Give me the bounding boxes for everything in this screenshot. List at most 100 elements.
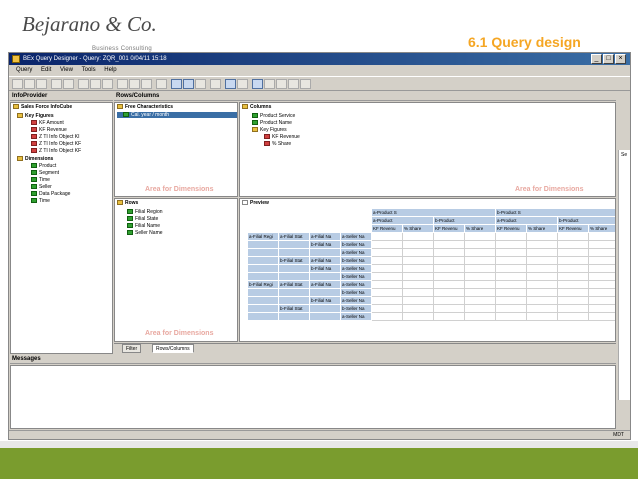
tree-item[interactable]: Data Package bbox=[31, 191, 70, 197]
dimension-icon bbox=[127, 216, 133, 222]
row-header bbox=[279, 273, 310, 281]
tree-item[interactable]: KF Revenue bbox=[31, 127, 67, 133]
data-cell bbox=[527, 313, 558, 321]
save-icon[interactable] bbox=[36, 79, 47, 89]
data-cell bbox=[465, 273, 496, 281]
cells-icon[interactable] bbox=[195, 79, 206, 89]
properties-icon[interactable] bbox=[141, 79, 152, 89]
free-char-item-selected[interactable]: Cal. year / month bbox=[117, 112, 237, 118]
new-query-icon[interactable] bbox=[12, 79, 23, 89]
data-cell bbox=[527, 241, 558, 249]
menubar: Query Edit View Tools Help bbox=[9, 65, 630, 76]
paste-icon[interactable] bbox=[102, 79, 113, 89]
column-header: % Share bbox=[527, 225, 558, 233]
menu-view[interactable]: View bbox=[60, 65, 73, 76]
undo-icon[interactable] bbox=[117, 79, 128, 89]
tab-filter[interactable]: Filter bbox=[122, 344, 142, 353]
tree-item[interactable]: Z TI Info Object KF bbox=[31, 141, 81, 147]
tree-item[interactable]: Filial Region bbox=[127, 209, 163, 215]
tree-item[interactable]: Filial State bbox=[127, 216, 158, 222]
rows-columns-view-icon[interactable] bbox=[183, 79, 194, 89]
key-figures-icon bbox=[252, 127, 258, 133]
check-query-icon[interactable] bbox=[129, 79, 140, 89]
data-cell bbox=[496, 305, 527, 313]
key-figure-icon bbox=[264, 141, 270, 147]
row-header: a-Seller Na bbox=[341, 313, 372, 321]
maximize-icon[interactable]: □ bbox=[603, 54, 614, 64]
columns-label: Columns bbox=[250, 104, 272, 110]
tree-item-label: Cal. year / month bbox=[131, 112, 170, 118]
messages-icon[interactable] bbox=[264, 79, 275, 89]
column-header: KF Revenu bbox=[496, 225, 527, 233]
tree-item[interactable]: KF Revenue bbox=[264, 134, 300, 140]
dimension-icon bbox=[127, 223, 133, 229]
row-header bbox=[279, 313, 310, 321]
help-icon[interactable] bbox=[300, 79, 311, 89]
tree-item[interactable]: Product bbox=[31, 163, 56, 169]
tree-item-label: KF Revenue bbox=[39, 127, 67, 133]
free-characteristics-icon bbox=[117, 104, 123, 110]
row-header: a-Seller Na bbox=[341, 265, 372, 273]
dimensions-folder[interactable]: Dimensions bbox=[17, 156, 53, 162]
row-header: a-Seller Na bbox=[341, 233, 372, 241]
copy-icon[interactable] bbox=[90, 79, 101, 89]
tree-item-label: Filial State bbox=[135, 216, 159, 222]
menu-query[interactable]: Query bbox=[16, 65, 32, 76]
footer-band bbox=[0, 448, 638, 479]
tree-item[interactable]: Segment bbox=[31, 170, 59, 176]
tree-item-label: Time bbox=[39, 177, 50, 183]
data-cell bbox=[403, 289, 434, 297]
messages-header-bar: Messages bbox=[10, 355, 616, 365]
tasks-icon[interactable] bbox=[288, 79, 299, 89]
cut-icon[interactable] bbox=[78, 79, 89, 89]
tree-item[interactable]: Seller bbox=[31, 184, 52, 190]
data-cell bbox=[558, 273, 589, 281]
tab-rows-columns[interactable]: Rows/Columns bbox=[152, 344, 194, 353]
filter-view-icon[interactable] bbox=[171, 79, 182, 89]
row-header bbox=[279, 297, 310, 305]
row-header bbox=[248, 249, 279, 257]
where-used-icon[interactable] bbox=[276, 79, 287, 89]
dimension-icon bbox=[127, 230, 133, 236]
tree-item[interactable]: Z TI Info Object KI bbox=[31, 134, 79, 140]
tree-item[interactable]: KF Amount bbox=[31, 120, 64, 126]
data-cell bbox=[372, 257, 403, 265]
save-all-icon[interactable] bbox=[51, 79, 62, 89]
execute-icon[interactable] bbox=[156, 79, 167, 89]
tree-item[interactable]: Seller Name bbox=[127, 230, 163, 236]
row-header bbox=[310, 289, 341, 297]
menu-tools[interactable]: Tools bbox=[82, 65, 96, 76]
tree-item[interactable]: Product Name bbox=[252, 120, 292, 126]
tree-item[interactable]: Z TI Info Object KF bbox=[31, 148, 81, 154]
infoprovider-pane: Sales Force InfoCube Key Figures KF Amou… bbox=[10, 102, 113, 354]
rows-columns-header: Rows/Columns bbox=[114, 92, 616, 101]
tree-item-label: Product bbox=[39, 163, 57, 169]
open-icon[interactable] bbox=[24, 79, 35, 89]
row-header bbox=[279, 289, 310, 297]
close-icon[interactable]: × bbox=[615, 54, 626, 64]
tree-item[interactable]: Product Service bbox=[252, 113, 295, 119]
menu-edit[interactable]: Edit bbox=[41, 65, 51, 76]
conditions-icon[interactable] bbox=[210, 79, 221, 89]
infoprovider-view-icon[interactable] bbox=[252, 79, 263, 89]
window-title: BEx Query Designer - Query: ZQR_001 0/04… bbox=[23, 56, 167, 62]
tree-item[interactable]: Time bbox=[31, 198, 50, 204]
preview-title: Preview bbox=[242, 200, 269, 206]
dimension-icon bbox=[123, 112, 129, 118]
minimize-icon[interactable]: _ bbox=[591, 54, 602, 64]
publish-icon[interactable] bbox=[63, 79, 74, 89]
row-header bbox=[279, 241, 310, 249]
row-header: b-Filial Stat bbox=[279, 305, 310, 313]
menu-help[interactable]: Help bbox=[104, 65, 116, 76]
tree-item[interactable]: % Share bbox=[264, 141, 291, 147]
data-cell bbox=[558, 265, 589, 273]
key-figures-folder[interactable]: Key Figures bbox=[17, 113, 54, 119]
tree-item[interactable]: Filial Name bbox=[127, 223, 160, 229]
exceptions-icon[interactable] bbox=[225, 79, 236, 89]
tree-item[interactable]: Key Figures bbox=[252, 127, 287, 133]
data-cell bbox=[589, 305, 615, 313]
infocube-node[interactable]: Sales Force InfoCube bbox=[13, 104, 72, 110]
status-bar: MDT bbox=[9, 430, 630, 440]
sheet-icon[interactable] bbox=[237, 79, 248, 89]
tree-item[interactable]: Time bbox=[31, 177, 50, 183]
